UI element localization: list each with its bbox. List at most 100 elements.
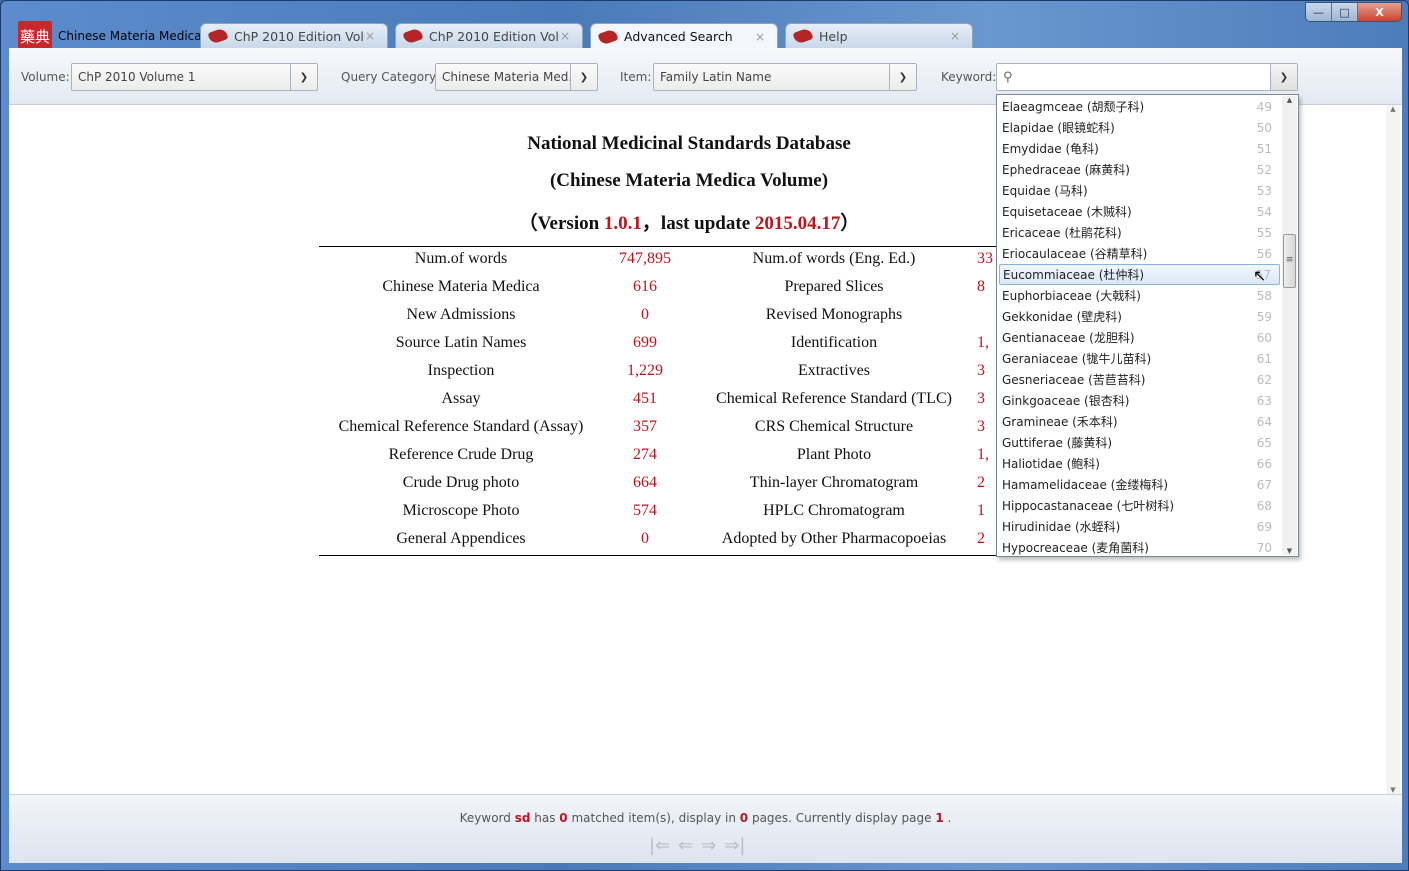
item-number: 55 (1256, 225, 1272, 240)
dropdown-item[interactable]: Hirudinidae (水蛭科) 69 (999, 516, 1280, 537)
dropdown-item[interactable]: Gentianaceae (龙胆科) 60 (999, 327, 1280, 348)
tab-advanced-search[interactable]: Advanced Search × (590, 23, 778, 49)
stat-label: Inspection (427, 362, 495, 379)
tab-chp-volume-1[interactable]: ChP 2010 Edition Volume 1× (200, 23, 388, 48)
query-category-select[interactable]: Chinese Materia Med... ❯ (435, 63, 598, 91)
first-page-icon[interactable]: |⇐ (649, 835, 670, 856)
prev-page-icon[interactable]: ⇐ (678, 835, 693, 856)
dropdown-item[interactable]: Gesneriaceae (苦苣苔科) 62 (999, 369, 1280, 390)
scroll-down-icon[interactable]: ▼ (1386, 786, 1400, 794)
item-label: Ephedraceae (麻黄科) (1002, 163, 1130, 177)
minimize-button[interactable]: — (1306, 3, 1332, 21)
dropdown-item[interactable]: Emydidae (龟科) 51 (999, 138, 1280, 159)
category-value: Chinese Materia Med... (442, 70, 570, 84)
dropdown-item[interactable]: Geraniaceae (牻牛儿苗科) 61 (999, 348, 1280, 369)
dropdown-scrollbar[interactable]: ▲ ≡ ▼ (1282, 96, 1297, 555)
item-number: 63 (1256, 393, 1272, 408)
dropdown-item[interactable]: Gekkonidae (壁虎科) 59 (999, 306, 1280, 327)
dropdown-item[interactable]: Euphorbiaceae (大戟科) 58 (999, 285, 1280, 306)
dropdown-item[interactable]: Gramineae (禾本科) 64 (999, 411, 1280, 432)
last-page-icon[interactable]: ⇒| (724, 835, 745, 856)
chevron-down-icon[interactable]: ❯ (290, 64, 317, 90)
stat-label: Chinese Materia Medica (382, 278, 540, 295)
stat-label: Reference Crude Drug (388, 446, 534, 463)
dropdown-item[interactable]: Elaeagmceae (胡颓子科) 49 (999, 96, 1280, 117)
stats-row: Source Latin Names 699 Identification 1, (319, 331, 1009, 359)
item-label: Elaeagmceae (胡颓子科) (1002, 100, 1145, 114)
tab-close-icon[interactable]: × (755, 30, 777, 44)
status-keyword: sd (514, 811, 531, 825)
keyword-dropdown-list[interactable]: ▲ ≡ ▼ Elaeagmceae (胡颓子科) 49 Elapidae (眼镜蛇科) 5… (996, 94, 1299, 557)
volume-select[interactable]: ChP 2010 Volume 1 ❯ (71, 63, 318, 91)
status-text: Keyword (459, 811, 515, 825)
content-scrollbar[interactable]: ▲ ▼ (1386, 105, 1400, 794)
stats-row: Num.of words 747,895 Num.of words (Eng. Ed… (319, 247, 1009, 275)
item-select[interactable]: Family Latin Name ❯ (653, 63, 917, 91)
dropdown-item[interactable]: Ephedraceae (麻黄科) 52 (999, 159, 1280, 180)
status-matched-count: 0 (559, 811, 568, 825)
stats-row: Reference Crude Drug 274 Plant Photo 1, (319, 443, 1009, 471)
item-label: Gramineae (禾本科) (1002, 415, 1118, 429)
stat-value: 1, (977, 446, 989, 463)
stat-label: Prepared Slices (784, 278, 884, 295)
stat-label: General Appendices (396, 530, 526, 547)
stat-value: 274 (633, 446, 657, 463)
stat-value: 1,229 (627, 362, 663, 379)
stat-label: Extractives (798, 362, 870, 379)
dropdown-item[interactable]: Ginkgoaceae (银杏科) 63 (999, 390, 1280, 411)
stat-label: Revised Monographs (765, 306, 903, 323)
stat-label: New Admissions (406, 306, 516, 323)
item-number: 64 (1256, 414, 1272, 429)
dropdown-item[interactable]: Eriocaulaceae (谷精草科) 56 (999, 243, 1280, 264)
chevron-down-icon[interactable]: ❯ (889, 64, 916, 90)
dropdown-item[interactable]: Hippocastanaceae (七叶树科) 68 (999, 495, 1280, 516)
app-home-tab[interactable]: 藥典 Chinese Materia Medica (18, 21, 202, 51)
keyword-input[interactable]: ⚲ ❯ (996, 63, 1298, 91)
next-page-icon[interactable]: ⇒ (701, 835, 716, 856)
dropdown-item[interactable]: Guttiferae (藤黄科) 65 (999, 432, 1280, 453)
item-number: 62 (1256, 372, 1272, 387)
item-label: Hippocastanaceae (七叶树科) (1002, 499, 1175, 513)
status-page-count: 0 (739, 811, 749, 825)
chevron-down-icon[interactable]: ❯ (570, 64, 597, 90)
scroll-up-icon[interactable]: ▲ (1282, 96, 1297, 104)
scroll-down-icon[interactable]: ▼ (1282, 547, 1297, 555)
dropdown-item[interactable]: Elapidae (眼镜蛇科) 50 (999, 117, 1280, 138)
item-number: 65 (1256, 435, 1272, 450)
stat-value: 664 (633, 474, 657, 491)
item-number: 53 (1256, 183, 1272, 198)
chevron-down-icon[interactable]: ❯ (1270, 64, 1297, 90)
stat-value: 699 (633, 334, 657, 351)
book-icon (792, 27, 814, 45)
stat-value: 574 (633, 502, 657, 519)
item-number: 56 (1256, 246, 1272, 261)
item-label: Elapidae (眼镜蛇科) (1002, 121, 1115, 135)
tab-close-icon[interactable]: × (950, 29, 972, 43)
app-window: — □ X 藥典 Chinese Materia Medica ChP 2010… (0, 0, 1409, 871)
close-button[interactable]: X (1358, 3, 1401, 21)
scroll-thumb[interactable]: ≡ (1283, 234, 1296, 288)
tab-close-icon[interactable]: × (560, 29, 582, 43)
stat-value: 1 (977, 502, 985, 519)
status-current-page: 1 (935, 811, 944, 825)
dropdown-item[interactable]: Hamamelidaceae (金缕梅科) 67 (999, 474, 1280, 495)
stat-value: 0 (641, 306, 649, 323)
item-number: 68 (1256, 498, 1272, 513)
dropdown-item[interactable]: Eucommiaceae (杜仲科) 57 (999, 264, 1280, 285)
tab-close-icon[interactable]: × (365, 29, 387, 43)
dropdown-item[interactable]: Equisetaceae (木贼科) 54 (999, 201, 1280, 222)
stat-value: 1, (977, 334, 989, 351)
dropdown-item[interactable]: Ericaceae (杜鹃花科) 55 (999, 222, 1280, 243)
dropdown-item[interactable]: Hypocreaceae (麦角菌科) 70 (999, 537, 1280, 558)
tab-help[interactable]: Help × (785, 23, 973, 48)
item-label: Guttiferae (藤黄科) (1002, 436, 1113, 450)
search-icon: ⚲ (1003, 69, 1013, 85)
scroll-up-icon[interactable]: ▲ (1386, 105, 1400, 113)
dropdown-item[interactable]: Haliotidae (鲍科) 66 (999, 453, 1280, 474)
maximize-button[interactable]: □ (1332, 3, 1358, 21)
dropdown-item[interactable]: Equidae (马科) 53 (999, 180, 1280, 201)
stat-value: 2 (977, 530, 985, 547)
pagination: |⇐ ⇐ ⇒ ⇒| (649, 835, 746, 856)
item-label: Eriocaulaceae (谷精草科) (1002, 247, 1148, 261)
tab-chp-volume-1b[interactable]: ChP 2010 Edition Volume 1× (395, 23, 583, 48)
